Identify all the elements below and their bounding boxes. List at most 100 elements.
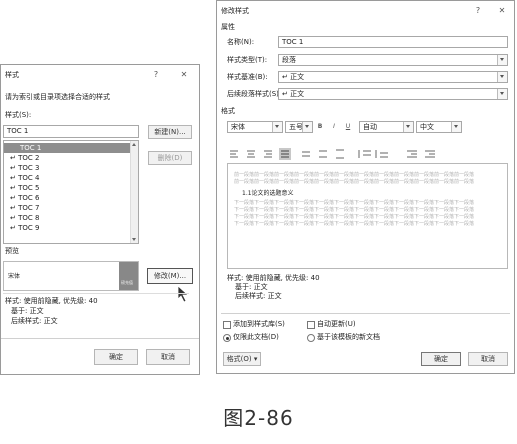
preview-next-paragraph: 下一段落下一段落下一段落下一段落下一段落下一段落下一段落下一段落下一段落下一段落…	[234, 200, 475, 206]
preview-box: 宋体 磅充值	[3, 261, 139, 291]
italic-button[interactable]: I	[329, 122, 339, 131]
new-documents-radio[interactable]	[307, 334, 315, 342]
style-name-input[interactable]: TOC 1	[3, 125, 139, 138]
cancel-button[interactable]: 取消	[468, 352, 508, 366]
properties-label: 属性	[221, 23, 235, 31]
add-to-gallery-checkbox[interactable]	[223, 321, 231, 329]
chevron-down-icon[interactable]	[497, 55, 507, 65]
dialog-title: 样式	[5, 71, 19, 79]
chevron-down-icon[interactable]	[497, 89, 507, 99]
chevron-down-icon[interactable]	[272, 122, 282, 132]
increase-indent-icon	[425, 150, 435, 158]
preview-previous-paragraph: 前一段落前一段落前一段落前一段落前一段落前一段落前一段落前一段落前一段落前一段落…	[234, 172, 475, 178]
format-label: 格式	[221, 107, 235, 115]
instruction-text: 请为索引或目录项选择合适的样式	[5, 93, 110, 101]
style-list-item[interactable]: ↵ TOC 4	[10, 173, 39, 183]
close-icon[interactable]: ✕	[179, 70, 189, 79]
only-this-document-label: 仅限此文档(D)	[233, 333, 279, 341]
font-color-value: 自动	[363, 123, 377, 131]
dialog-title: 修改样式	[221, 7, 249, 15]
footer-divider	[1, 338, 199, 339]
help-icon[interactable]: ?	[473, 6, 483, 15]
new-documents-label: 基于该模板的新文档	[317, 333, 380, 341]
chevron-down-icon[interactable]	[497, 72, 507, 82]
font-color-select[interactable]: 自动	[359, 121, 414, 133]
align-left-icon	[230, 150, 238, 158]
language-select[interactable]: 中文	[416, 121, 462, 133]
scroll-down-icon[interactable]	[132, 238, 136, 241]
style-list-item[interactable]: ↵ TOC 3	[10, 163, 39, 173]
close-icon[interactable]: ✕	[497, 6, 507, 15]
options-divider	[221, 313, 510, 314]
style-description: 样式: 使用前隐藏, 优先级: 40 基于: 正文 后续样式: 正文	[3, 293, 189, 334]
preview-next-paragraph: 下一段落下一段落下一段落下一段落下一段落下一段落下一段落下一段落下一段落下一段落…	[234, 221, 475, 227]
chevron-down-icon[interactable]	[451, 122, 461, 132]
name-label: 名称(N):	[227, 38, 255, 46]
delete-style-button[interactable]: 删除(D)	[148, 151, 192, 165]
preview-sample-text: 1.1论文的选题意义	[242, 190, 294, 197]
preview-font-name: 宋体	[8, 273, 21, 280]
style-list[interactable]: TOC 1 ↵ TOC 2 ↵ TOC 3 ↵ TOC 4 ↵ TOC 5 ↵ …	[3, 140, 139, 244]
type-label: 样式类型(T):	[227, 56, 268, 64]
based-on-label: 样式基准(B):	[227, 73, 268, 81]
size-select[interactable]: 五号	[285, 121, 313, 133]
align-right-icon	[264, 150, 272, 158]
style-description: 样式: 使用前隐藏, 优先级: 40 基于: 正文 后续样式: 正文	[227, 272, 508, 312]
chevron-down-icon[interactable]	[403, 122, 413, 132]
style-type-select[interactable]: 段落	[278, 54, 508, 66]
modify-button[interactable]: 修改(M)...	[147, 268, 193, 284]
space-before-icon	[358, 150, 371, 158]
font-select[interactable]: 宋体	[227, 121, 283, 133]
underline-button[interactable]: U	[343, 122, 353, 131]
next-style-value: ↵ 正文	[282, 90, 305, 98]
bold-button[interactable]: B	[315, 122, 325, 131]
style-list-item[interactable]: ↵ TOC 2	[10, 153, 39, 163]
preview-next-paragraph: 下一段落下一段落下一段落下一段落下一段落下一段落下一段落下一段落下一段落下一段落…	[234, 207, 475, 213]
figure-caption: 图2-86	[223, 406, 294, 430]
description-line: 基于: 正文	[11, 307, 44, 315]
new-style-button[interactable]: 新建(N)...	[148, 125, 192, 139]
based-on-select[interactable]: ↵ 正文	[278, 71, 508, 83]
style-list-item[interactable]: ↵ TOC 8	[10, 213, 39, 223]
next-style-label: 后续段落样式(S):	[227, 90, 282, 98]
only-this-document-radio[interactable]	[223, 334, 231, 342]
preview-size-text: 磅充值	[121, 280, 133, 285]
language-value: 中文	[420, 123, 434, 131]
style-list-item[interactable]: ↵ TOC 9	[10, 223, 39, 233]
paragraph-toolbar	[227, 145, 447, 160]
style-list-item[interactable]: ↵ TOC 5	[10, 183, 39, 193]
auto-update-checkbox[interactable]	[307, 321, 315, 329]
add-to-gallery-label: 添加到样式库(S)	[233, 320, 285, 328]
description-line: 后续样式: 正文	[11, 317, 58, 325]
line-spacing-1-5-icon	[319, 150, 327, 158]
preview-label: 预览	[5, 247, 19, 255]
scroll-up-icon[interactable]	[132, 143, 136, 146]
decrease-indent-icon	[407, 150, 417, 158]
auto-update-label: 自动更新(U)	[317, 320, 356, 328]
space-after-icon	[375, 150, 388, 158]
description-line: 后续样式: 正文	[235, 292, 282, 300]
description-line: 基于: 正文	[235, 283, 268, 291]
help-icon[interactable]: ?	[151, 70, 161, 79]
size-value: 五号	[289, 123, 303, 131]
chevron-down-icon[interactable]	[302, 122, 312, 132]
align-center-icon	[247, 150, 255, 158]
font-value: 宋体	[231, 123, 245, 131]
style-type-value: 段落	[282, 56, 296, 64]
line-spacing-single-icon	[302, 151, 310, 157]
ok-button[interactable]: 确定	[94, 349, 138, 365]
style-list-item[interactable]: ↵ TOC 6	[10, 193, 39, 203]
cancel-button[interactable]: 取消	[146, 349, 190, 365]
style-list-item[interactable]: ↵ TOC 7	[10, 203, 39, 213]
ok-button[interactable]: 确定	[421, 352, 461, 366]
format-menu-button[interactable]: 格式(O) ▾	[223, 352, 261, 366]
style-name-field[interactable]: TOC 1	[278, 36, 508, 48]
style-list-item[interactable]: TOC 1	[20, 143, 41, 153]
next-style-select[interactable]: ↵ 正文	[278, 88, 508, 100]
modify-style-dialog: 修改样式 ? ✕ 属性 名称(N): TOC 1 样式类型(T): 段落 样式基…	[216, 0, 515, 374]
line-spacing-double-icon	[336, 149, 344, 159]
based-on-value: ↵ 正文	[282, 73, 305, 81]
list-scrollbar[interactable]	[130, 141, 138, 243]
style-preview-pane: 前一段落前一段落前一段落前一段落前一段落前一段落前一段落前一段落前一段落前一段落…	[227, 163, 508, 269]
preview-next-paragraph: 下一段落下一段落下一段落下一段落下一段落下一段落下一段落下一段落下一段落下一段落…	[234, 214, 475, 220]
